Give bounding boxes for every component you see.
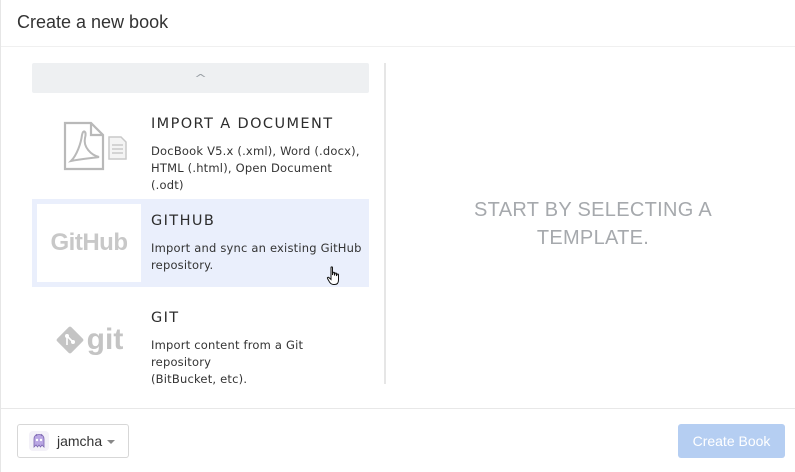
description-line: Import and sync an existing GitHub	[151, 241, 362, 255]
chevron-up-icon: ^	[194, 71, 207, 85]
template-import-document[interactable]: IMPORT A DOCUMENT DocBook V5.x (.xml), W…	[32, 102, 369, 192]
scroll-up-button[interactable]: ^	[32, 63, 369, 93]
template-title: GITHUB	[151, 213, 216, 229]
template-github[interactable]: GitHub GITHUB Import and sync an existin…	[32, 199, 369, 287]
description-line: HTML (.html), Open Document (.odt)	[151, 161, 333, 192]
avatar-icon	[33, 433, 45, 448]
caret-down-icon	[107, 440, 116, 444]
hand-cursor-icon	[326, 266, 339, 285]
header-divider	[1, 46, 795, 47]
template-description: DocBook V5.x (.xml), Word (.docx), HTML …	[151, 143, 365, 194]
github-logo: GitHub	[50, 229, 128, 256]
template-git[interactable]: git GIT Import content from a Git reposi…	[32, 296, 369, 386]
create-book-button[interactable]: Create Book	[678, 424, 785, 458]
dialog-title: Create a new book	[17, 12, 169, 32]
pdf-document-icon	[63, 121, 127, 171]
description-line: Import content from a Git repository	[151, 338, 304, 369]
panel-divider	[384, 63, 386, 384]
footer-divider	[1, 408, 795, 409]
description-line: (BitBucket, etc).	[151, 372, 248, 386]
git-thumbnail: git	[37, 301, 141, 379]
owner-dropdown[interactable]: jamcha	[17, 424, 129, 458]
git-diamond-icon	[56, 326, 83, 354]
document-thumbnail	[37, 107, 141, 185]
template-description: Import content from a Git repository (Bi…	[151, 337, 365, 388]
git-logo: git	[86, 323, 124, 356]
template-title: GIT	[151, 310, 180, 326]
create-book-dialog: Create a new book ^ IMPORT A DOCUMENT Do…	[0, 0, 795, 472]
git-logo-wrap: git	[55, 323, 124, 356]
description-line: DocBook V5.x (.xml), Word (.docx),	[151, 144, 360, 158]
owner-name: jamcha	[57, 433, 103, 449]
preview-placeholder: START BY SELECTING A TEMPLATE.	[474, 199, 712, 249]
template-title: IMPORT A DOCUMENT	[151, 116, 334, 132]
github-thumbnail: GitHub	[37, 204, 141, 282]
avatar	[29, 431, 49, 451]
